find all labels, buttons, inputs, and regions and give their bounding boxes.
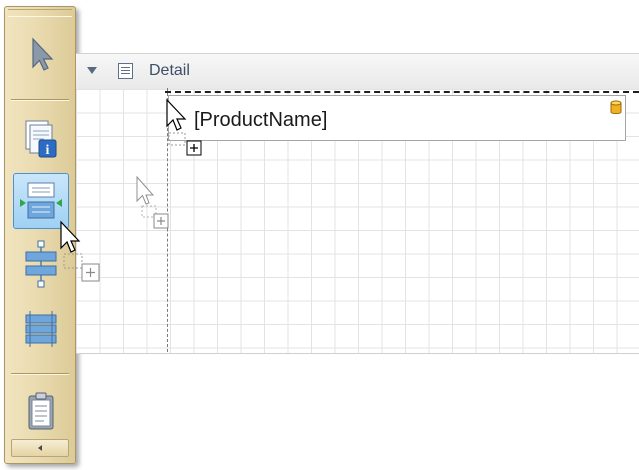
- drag-copy-cursor-icon: [166, 98, 202, 156]
- toolbox-separator: [11, 99, 69, 101]
- band-title: Detail: [149, 62, 190, 79]
- pointer-tool-button[interactable]: [13, 25, 69, 81]
- product-name-label-control[interactable]: [ProductName]: [168, 95, 626, 141]
- scroll-left-icon: [38, 445, 42, 451]
- toolbox-grip[interactable]: [8, 9, 72, 17]
- database-field-icon: [610, 100, 622, 114]
- report-info-icon: i: [25, 120, 57, 158]
- detail-band-icon: [118, 63, 133, 79]
- multi-band-icon: [25, 311, 57, 347]
- band-bottom-border: [76, 353, 639, 354]
- horizontal-selection-guide: [165, 91, 639, 93]
- report-info-tool-button[interactable]: i: [13, 111, 69, 167]
- svg-text:i: i: [46, 143, 50, 158]
- detail-band-header[interactable]: Detail: [76, 53, 639, 90]
- toolbox-scroll-button[interactable]: [11, 439, 69, 457]
- toolbox-separator: [11, 373, 69, 375]
- drag-copy-cursor-icon: [136, 175, 169, 229]
- clipboard-icon: [28, 392, 54, 430]
- collapse-triangle-icon[interactable]: [86, 66, 98, 76]
- multiple-bands-tool-button[interactable]: [13, 301, 69, 357]
- report-explorer-tool-button[interactable]: [13, 385, 69, 441]
- pointer-arrow-icon: [32, 37, 54, 71]
- field-binding-text: [ProductName]: [194, 109, 328, 131]
- drag-copy-cursor-icon: [60, 220, 100, 282]
